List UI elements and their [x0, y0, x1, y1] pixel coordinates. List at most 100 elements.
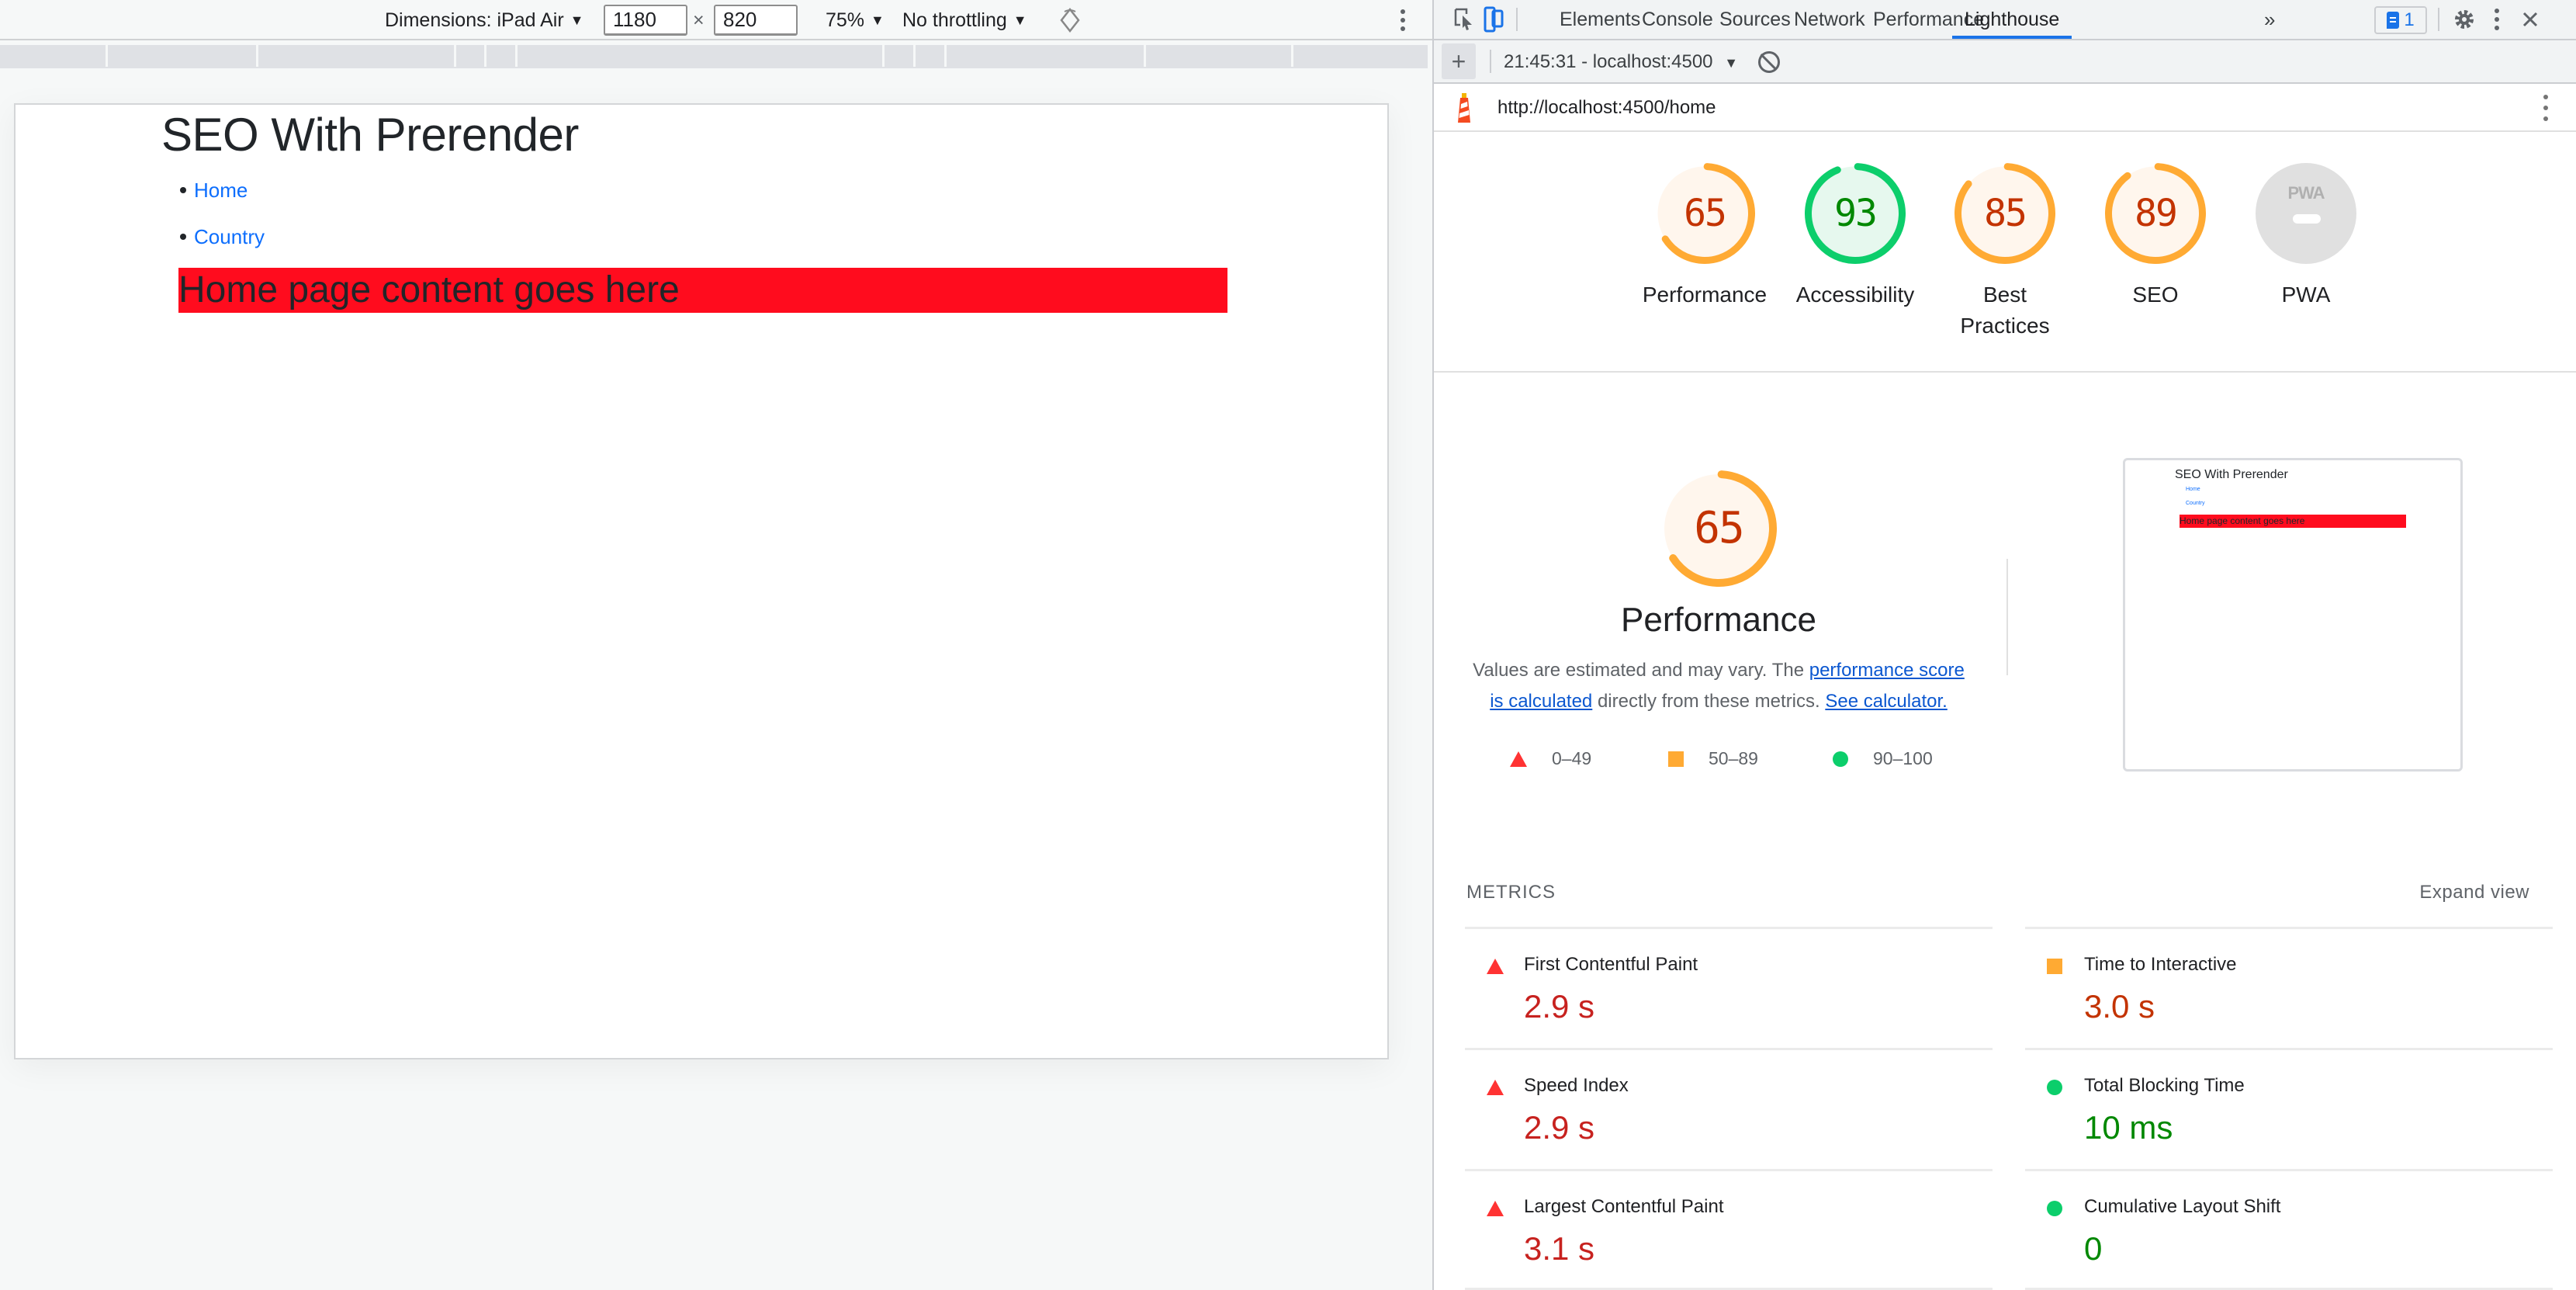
- nav-item-home: Home: [180, 167, 265, 213]
- device-toolbar-more-button[interactable]: [1397, 0, 1409, 40]
- gauge-value: 89: [2135, 192, 2178, 235]
- metrics-title: METRICS: [1466, 882, 1556, 903]
- device-dimensions-select[interactable]: Dimensions: iPad Air ▼: [385, 0, 583, 40]
- metric-name: Time to Interactive: [2084, 954, 2237, 975]
- metric-item: Time to Interactive 3.0 s: [2025, 927, 2553, 1048]
- metric-name: Speed Index: [1524, 1075, 1629, 1096]
- caret-down-icon: ▼: [1013, 12, 1027, 28]
- gauge: 85: [1955, 163, 2055, 264]
- legend-average: 50–89: [1668, 748, 1758, 769]
- section-divider: [2006, 559, 2008, 675]
- new-report-button[interactable]: +: [1442, 43, 1476, 79]
- score-pwa[interactable]: PWA PWA: [2228, 163, 2384, 310]
- score-label: Performance: [1642, 283, 1768, 307]
- dot: [2543, 106, 2548, 110]
- nav-link-country[interactable]: Country: [194, 225, 265, 248]
- inspect-element-button[interactable]: [1452, 0, 1476, 39]
- score-label: Accessibility: [1795, 283, 1915, 307]
- report-selector[interactable]: 21:45:31 - localhost:4500 ▼: [1504, 40, 1738, 84]
- score-seo[interactable]: 89 SEO: [2078, 163, 2233, 310]
- settings-button[interactable]: [2450, 0, 2478, 39]
- metric-item: Total Blocking Time 10 ms: [2025, 1048, 2553, 1169]
- metric-value: 10 ms: [2084, 1109, 2173, 1146]
- media-query-tick: [882, 45, 885, 67]
- active-tab-indicator: [1952, 36, 2072, 39]
- zoom-select[interactable]: 75% ▼: [826, 0, 885, 40]
- expand-view-toggle[interactable]: Expand view: [2419, 882, 2529, 903]
- metric-name: Cumulative Layout Shift: [2084, 1196, 2281, 1217]
- metric-value: 2.9 s: [1524, 988, 1595, 1025]
- devtools-tab-bar: Elements Console Sources Network Perform…: [1434, 0, 2576, 40]
- tab-sources[interactable]: Sources: [1719, 0, 1791, 39]
- see-calculator-link[interactable]: See calculator.: [1825, 691, 1947, 712]
- zoom-label: 75%: [826, 9, 865, 31]
- times-symbol: ×: [693, 9, 705, 31]
- score-accessibility[interactable]: 93 Accessibility: [1778, 163, 1933, 310]
- plus-icon: +: [1451, 47, 1466, 75]
- device-dimensions-label: Dimensions: iPad Air: [385, 9, 564, 31]
- message-icon: [2387, 12, 2400, 29]
- square-icon: [1668, 751, 1684, 767]
- emulated-page-viewport: SEO With Prerender Home Country Home pag…: [14, 103, 1389, 1059]
- metric-value: 3.0 s: [2084, 988, 2155, 1025]
- legend-range: 50–89: [1709, 748, 1758, 768]
- gauge-value: 85: [1984, 192, 2027, 235]
- gear-icon: [2455, 10, 2474, 29]
- metric-value: 2.9 s: [1524, 1109, 1595, 1146]
- gauge-value: 65: [1684, 192, 1727, 235]
- legend-fail: 0–49: [1510, 748, 1591, 769]
- throttling-select[interactable]: No throttling ▼: [902, 0, 1027, 40]
- tab-lighthouse-label: Lighthouse: [1965, 9, 2060, 30]
- triangle-icon: [1510, 751, 1527, 767]
- media-query-tick: [106, 45, 108, 67]
- pwa-badge-icon: PWA: [2256, 163, 2356, 264]
- legend-range: 90–100: [1873, 748, 1933, 768]
- thumbnail-nav-item: Country: [2186, 501, 2205, 506]
- performance-description: Values are estimated and may vary. The p…: [1468, 655, 1969, 717]
- inspect-cursor-icon: [1454, 8, 1472, 30]
- tab-elements[interactable]: Elements: [1560, 0, 1640, 39]
- issues-button[interactable]: 1: [2374, 6, 2427, 34]
- legend-range: 0–49: [1552, 748, 1592, 768]
- score-performance[interactable]: 65 Performance: [1627, 163, 1782, 310]
- nav-link-home[interactable]: Home: [194, 179, 248, 202]
- device-height-input[interactable]: 820: [714, 5, 798, 36]
- metric-name: Largest Contentful Paint: [1524, 1196, 1724, 1217]
- tab-lighthouse[interactable]: Lighthouse: [1952, 0, 2072, 39]
- media-query-tick: [913, 45, 916, 67]
- toggle-device-toolbar-button[interactable]: [1482, 0, 1505, 39]
- device-width-input[interactable]: 1180: [604, 5, 687, 36]
- media-query-tick: [515, 45, 518, 67]
- desc-text: directly from these metrics.: [1592, 691, 1826, 712]
- tab-network[interactable]: Network: [1794, 0, 1865, 39]
- tab-console[interactable]: Console: [1642, 0, 1713, 39]
- more-vertical-icon: [1401, 9, 1405, 31]
- metric-item: First Contentful Paint 2.9 s: [1465, 927, 1993, 1048]
- bullet: [180, 234, 186, 240]
- metric-name: First Contentful Paint: [1524, 954, 1698, 975]
- toolbar-divider: [2438, 8, 2439, 31]
- close-devtools-button[interactable]: [2519, 0, 2542, 39]
- nav-item-country: Country: [180, 213, 265, 260]
- more-tabs-button[interactable]: »: [2264, 0, 2275, 39]
- media-query-tick: [1291, 45, 1293, 67]
- report-url-bar: http://localhost:4500/home: [1434, 84, 2576, 132]
- gauge: 89: [2105, 163, 2206, 264]
- performance-gauge: 65: [1660, 470, 1777, 587]
- device-icon: [1484, 6, 1504, 33]
- site-title: SEO With Prerender: [161, 109, 579, 161]
- score-legend: 0–49 50–89 90–100: [1434, 748, 2003, 772]
- clear-reports-icon[interactable]: [1758, 51, 1780, 73]
- score-label: Best Practices: [1960, 283, 2050, 338]
- customize-devtools-button[interactable]: [2489, 0, 2505, 39]
- caret-down-icon: ▼: [570, 12, 584, 28]
- final-screenshot-thumbnail[interactable]: SEO With Prerender Home Country Home pag…: [2123, 458, 2463, 772]
- report-menu-button[interactable]: [2542, 95, 2550, 123]
- gauge-value: 93: [1834, 192, 1878, 235]
- score-best-practices[interactable]: 85 Best Practices: [1927, 163, 2083, 342]
- media-query-ruler[interactable]: [0, 45, 1428, 68]
- metric-name: Total Blocking Time: [2084, 1075, 2245, 1096]
- rotate-button[interactable]: [1058, 0, 1082, 40]
- devtools-panel: Elements Console Sources Network Perform…: [1432, 0, 2576, 1290]
- category-scores: 65 Performance 93 Accessibility 85 Best …: [1434, 132, 2576, 373]
